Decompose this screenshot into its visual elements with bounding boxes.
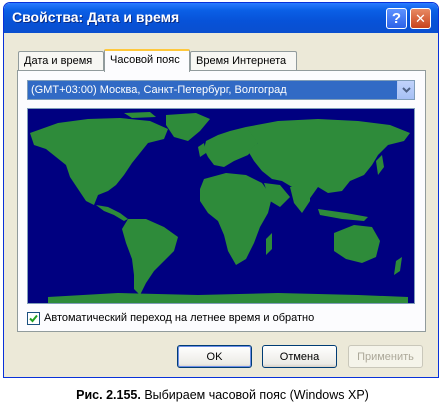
world-map-graphic: [30, 112, 410, 303]
time-zone-select[interactable]: (GMT+03:00) Москва, Санкт-Петербург, Вол…: [27, 80, 415, 100]
window-title: Свойства: Дата и время: [12, 9, 180, 25]
tab-label: Часовой пояс: [110, 54, 180, 66]
title-bar[interactable]: Свойства: Дата и время ? ✕: [4, 3, 438, 33]
ok-label: OK: [206, 350, 223, 363]
dst-checkbox[interactable]: [27, 312, 40, 325]
cancel-button[interactable]: Отмена: [262, 345, 337, 368]
ok-button[interactable]: OK: [177, 345, 252, 368]
dropdown-button[interactable]: [397, 81, 414, 99]
caption-text: Выбираем часовой пояс (Windows XP): [144, 388, 369, 402]
tab-internet-time[interactable]: Время Интернета: [190, 51, 297, 70]
figure-caption: Рис. 2.155. Выбираем часовой пояс (Windo…: [0, 388, 445, 402]
antarctica: [48, 293, 408, 303]
close-button[interactable]: ✕: [410, 8, 431, 29]
australia: [334, 225, 380, 263]
world-map[interactable]: [27, 108, 415, 304]
greenland: [166, 113, 210, 141]
caption-number: Рис. 2.155.: [76, 388, 141, 402]
apply-label: Применить: [357, 350, 414, 363]
africa: [200, 173, 272, 265]
chevron-down-icon: [401, 87, 411, 93]
help-button[interactable]: ?: [386, 8, 407, 29]
time-zone-selected-value: (GMT+03:00) Москва, Санкт-Петербург, Вол…: [31, 84, 287, 96]
tab-date-time[interactable]: Дата и время: [18, 51, 104, 70]
date-time-properties-window: Свойства: Дата и время ? ✕ Дата и время …: [3, 2, 439, 378]
dst-label[interactable]: Автоматический переход на летнее время и…: [44, 312, 314, 324]
south-america: [122, 219, 178, 295]
cancel-label: Отмена: [279, 350, 320, 363]
checkmark-icon: [29, 314, 38, 323]
apply-button[interactable]: Применить: [348, 345, 423, 368]
central-america: [96, 205, 128, 221]
close-icon: ✕: [415, 10, 426, 26]
help-icon: ?: [391, 10, 402, 27]
tab-label: Дата и время: [24, 55, 93, 67]
tab-time-zone[interactable]: Часовой пояс: [104, 49, 190, 72]
time-zone-panel: (GMT+03:00) Москва, Санкт-Петербург, Вол…: [17, 70, 426, 332]
tab-label: Время Интернета: [196, 55, 287, 67]
north-america: [30, 118, 168, 205]
